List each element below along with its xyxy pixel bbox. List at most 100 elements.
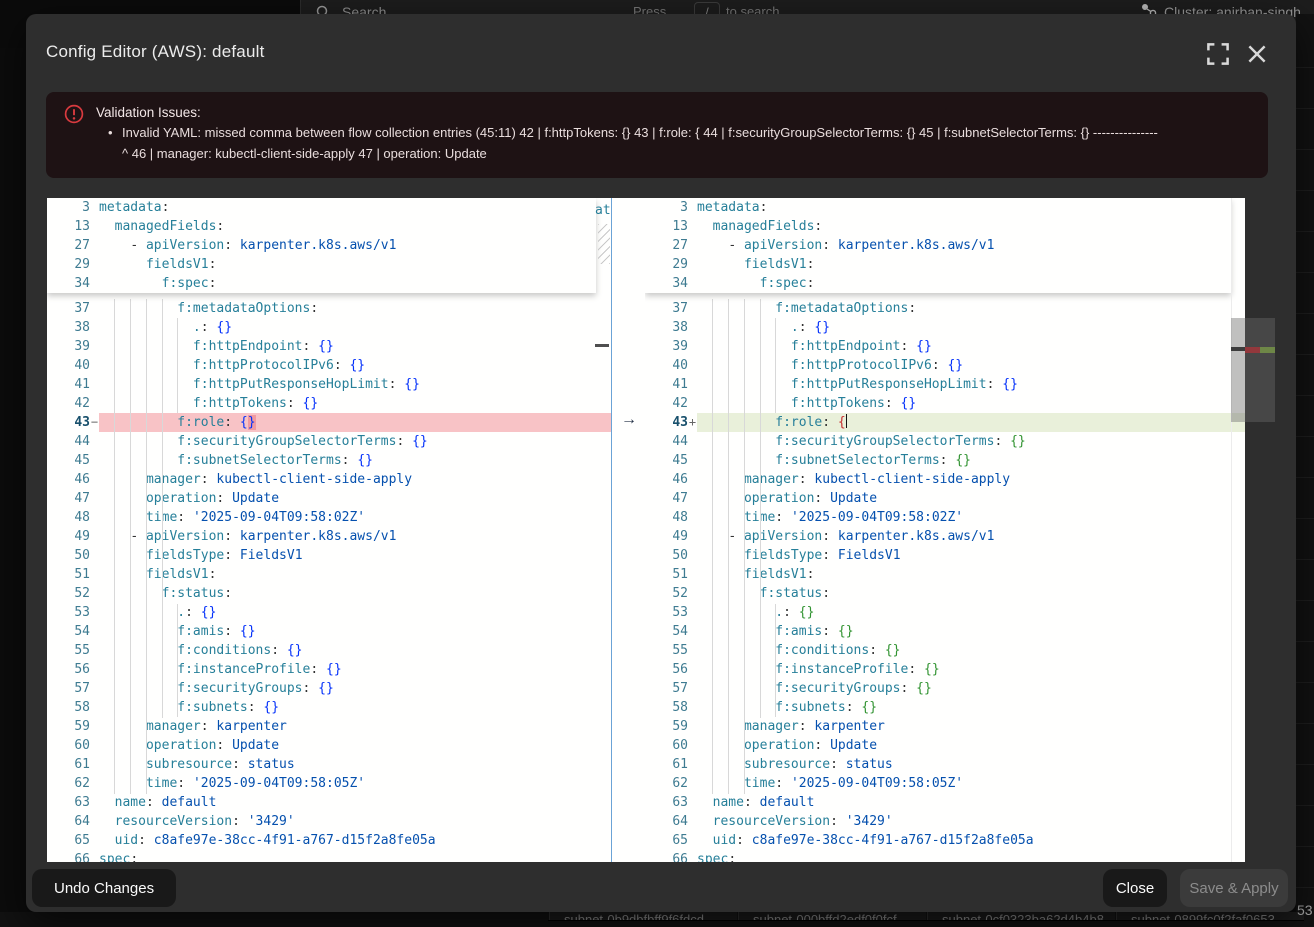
code-line[interactable]: 29 fieldsV1: bbox=[47, 255, 596, 274]
code-line[interactable]: 59 manager: karpenter bbox=[47, 717, 611, 736]
code-line[interactable]: 44 f:securityGroupSelectorTerms: {} bbox=[47, 432, 611, 451]
code-line[interactable]: 54 f:amis: {} bbox=[47, 622, 611, 641]
code-line[interactable]: 53 .: {} bbox=[645, 603, 1245, 622]
code-line[interactable]: 62 time: '2025-09-04T09:58:05Z' bbox=[47, 774, 611, 793]
line-number: 51 bbox=[47, 565, 90, 584]
modified-code[interactable]: 37 f:metadataOptions:38 .: {}39 f:httpEn… bbox=[645, 299, 1245, 862]
code-line[interactable]: 65 uid: c8afe97e-38cc-4f91-a767-d15f2a8f… bbox=[645, 831, 1245, 850]
code-line[interactable]: 46 manager: kubectl-client-side-apply bbox=[47, 470, 611, 489]
diff-mark bbox=[90, 812, 99, 831]
line-number: 60 bbox=[47, 736, 90, 755]
code-token: : bbox=[342, 453, 358, 468]
code-line[interactable]: 27 - apiVersion: karpenter.k8s.aws/v1 bbox=[645, 236, 1231, 255]
row-divider bbox=[1296, 887, 1314, 888]
code-line[interactable]: 62 time: '2025-09-04T09:58:05Z' bbox=[645, 774, 1245, 793]
code-line[interactable]: 51 fieldsV1: bbox=[645, 565, 1245, 584]
code-line[interactable]: 39 f:httpEndpoint: {} bbox=[47, 337, 611, 356]
code-line[interactable]: 60 operation: Update bbox=[645, 736, 1245, 755]
close-icon[interactable] bbox=[1245, 42, 1269, 66]
line-number: 65 bbox=[645, 831, 688, 850]
code-line[interactable]: 41 f:httpPutResponseHopLimit: {} bbox=[645, 375, 1245, 394]
code-line[interactable]: 13 managedFields: bbox=[645, 217, 1231, 236]
code-line[interactable]: 60 operation: Update bbox=[47, 736, 611, 755]
code-line[interactable]: 29 fieldsV1: bbox=[645, 255, 1231, 274]
code-line[interactable]: 3metadata: bbox=[47, 198, 596, 217]
code-line[interactable]: 61 subresource: status bbox=[645, 755, 1245, 774]
code-line[interactable]: 34 f:spec: bbox=[47, 274, 596, 293]
code-line[interactable]: 41 f:httpPutResponseHopLimit: {} bbox=[47, 375, 611, 394]
save-apply-button[interactable]: Save & Apply bbox=[1180, 869, 1288, 907]
code-line[interactable]: 46 manager: kubectl-client-side-apply bbox=[645, 470, 1245, 489]
code-line[interactable]: 58 f:subnets: {} bbox=[47, 698, 611, 717]
code-line[interactable]: 52 f:status: bbox=[47, 584, 611, 603]
revert-change-arrow[interactable]: → bbox=[617, 409, 641, 431]
code-line[interactable]: 52 f:status: bbox=[645, 584, 1245, 603]
code-line[interactable]: 38 .: {} bbox=[47, 318, 611, 337]
code-line[interactable]: 58 f:subnets: {} bbox=[645, 698, 1245, 717]
code-line[interactable]: 51 fieldsV1: bbox=[47, 565, 611, 584]
code-line[interactable]: 50 fieldsType: FieldsV1 bbox=[47, 546, 611, 565]
code-line[interactable]: 45 f:subnetSelectorTerms: {} bbox=[47, 451, 611, 470]
code-line[interactable]: 66spec: bbox=[645, 850, 1245, 862]
code-line[interactable]: 39 f:httpEndpoint: {} bbox=[645, 337, 1245, 356]
code-line[interactable]: 59 manager: karpenter bbox=[645, 717, 1245, 736]
code-line[interactable]: 65 uid: c8afe97e-38cc-4f91-a767-d15f2a8f… bbox=[47, 831, 611, 850]
code-line[interactable]: 49 - apiVersion: karpenter.k8s.aws/v1 bbox=[47, 527, 611, 546]
code-line[interactable]: 49 - apiVersion: karpenter.k8s.aws/v1 bbox=[645, 527, 1245, 546]
code-line[interactable]: 50 fieldsType: FieldsV1 bbox=[645, 546, 1245, 565]
code-token: uid bbox=[713, 833, 736, 848]
code-line[interactable]: 37 f:metadataOptions: bbox=[645, 299, 1245, 318]
code-token: f:httpEndpoint bbox=[193, 339, 303, 354]
code-line[interactable]: 44 f:securityGroupSelectorTerms: {} bbox=[645, 432, 1245, 451]
code-line[interactable]: 55 f:conditions: {} bbox=[47, 641, 611, 660]
overview-ruler-slider[interactable] bbox=[1245, 318, 1275, 422]
code-line[interactable]: 13 managedFields: bbox=[47, 217, 596, 236]
line-number: 27 bbox=[47, 236, 90, 255]
code-line[interactable]: 57 f:securityGroups: {} bbox=[47, 679, 611, 698]
code-line[interactable]: 55 f:conditions: {} bbox=[645, 641, 1245, 660]
code-line[interactable]: 61 subresource: status bbox=[47, 755, 611, 774]
line-number: 29 bbox=[47, 255, 90, 274]
indent-guide bbox=[130, 299, 131, 794]
code-token: fieldsV1 bbox=[744, 567, 807, 582]
code-line[interactable]: 40 f:httpProtocolIPv6: {} bbox=[47, 356, 611, 375]
code-line[interactable]: 53 .: {} bbox=[47, 603, 611, 622]
fullscreen-icon[interactable] bbox=[1206, 42, 1230, 66]
code-line[interactable]: 42 f:httpTokens: {} bbox=[645, 394, 1245, 413]
code-line[interactable]: 3metadata: bbox=[645, 198, 1231, 217]
code-line[interactable]: 43+ f:role: { bbox=[645, 413, 1245, 432]
code-line[interactable]: 56 f:instanceProfile: {} bbox=[47, 660, 611, 679]
undo-changes-button[interactable]: Undo Changes bbox=[32, 869, 176, 907]
code-line[interactable]: 38 .: {} bbox=[645, 318, 1245, 337]
code-line[interactable]: 27 - apiVersion: karpenter.k8s.aws/v1 bbox=[47, 236, 596, 255]
code-line[interactable]: 48 time: '2025-09-04T09:58:02Z' bbox=[47, 508, 611, 527]
original-code[interactable]: 37 f:metadataOptions:38 .: {}39 f:httpEn… bbox=[47, 299, 611, 862]
line-number: 46 bbox=[47, 470, 90, 489]
yaml-diff-editor[interactable]: 37 f:metadataOptions:38 .: {}39 f:httpEn… bbox=[47, 198, 1275, 862]
code-line[interactable]: 64 resourceVersion: '3429' bbox=[47, 812, 611, 831]
code-line[interactable]: 45 f:subnetSelectorTerms: {} bbox=[645, 451, 1245, 470]
code-line[interactable]: 47 operation: Update bbox=[47, 489, 611, 508]
code-token: time bbox=[146, 776, 177, 791]
code-line[interactable]: 37 f:metadataOptions: bbox=[47, 299, 611, 318]
code-line[interactable]: 66spec: bbox=[47, 850, 611, 862]
code-line[interactable]: 42 f:httpTokens: {} bbox=[47, 394, 611, 413]
code-line[interactable]: 43− f:role: {} bbox=[47, 413, 611, 432]
code-line[interactable]: 54 f:amis: {} bbox=[645, 622, 1245, 641]
code-line[interactable]: 64 resourceVersion: '3429' bbox=[645, 812, 1245, 831]
code-token: : bbox=[334, 358, 350, 373]
code-line[interactable]: 57 f:securityGroups: {} bbox=[645, 679, 1245, 698]
code-line[interactable]: 63 name: default bbox=[645, 793, 1245, 812]
close-button[interactable]: Close bbox=[1103, 869, 1167, 907]
code-line[interactable]: 63 name: default bbox=[47, 793, 611, 812]
editor-pane-modified[interactable]: 37 f:metadataOptions:38 .: {}39 f:httpEn… bbox=[645, 198, 1245, 862]
scrollbar-slider[interactable] bbox=[1231, 318, 1245, 422]
code-line[interactable]: 56 f:instanceProfile: {} bbox=[645, 660, 1245, 679]
code-line[interactable]: 34 f:spec: bbox=[645, 274, 1231, 293]
code-line[interactable]: 47 operation: Update bbox=[645, 489, 1245, 508]
code-line[interactable]: 40 f:httpProtocolIPv6: {} bbox=[645, 356, 1245, 375]
code-token: : bbox=[185, 605, 201, 620]
code-line[interactable]: 48 time: '2025-09-04T09:58:02Z' bbox=[645, 508, 1245, 527]
editor-pane-original[interactable]: 37 f:metadataOptions:38 .: {}39 f:httpEn… bbox=[47, 198, 611, 862]
diff-sash[interactable] bbox=[611, 198, 647, 862]
